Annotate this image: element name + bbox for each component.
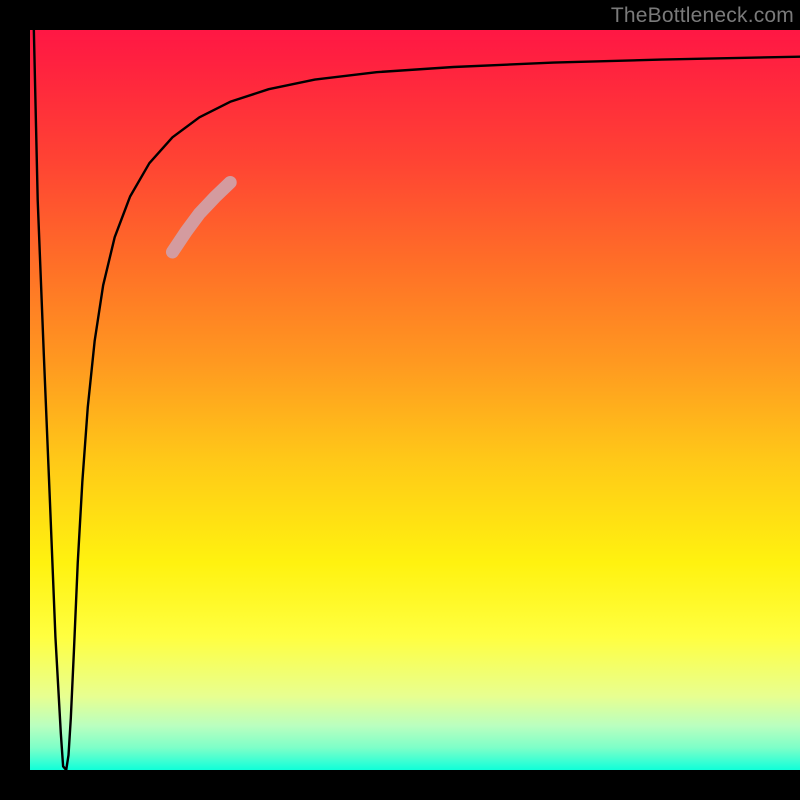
plot-area [30,30,800,770]
bottleneck-curve [34,30,800,770]
curve-layer [30,30,800,770]
chart-frame: TheBottleneck.com [0,0,800,800]
attribution-label: TheBottleneck.com [611,4,794,28]
highlight-segment [172,182,230,252]
